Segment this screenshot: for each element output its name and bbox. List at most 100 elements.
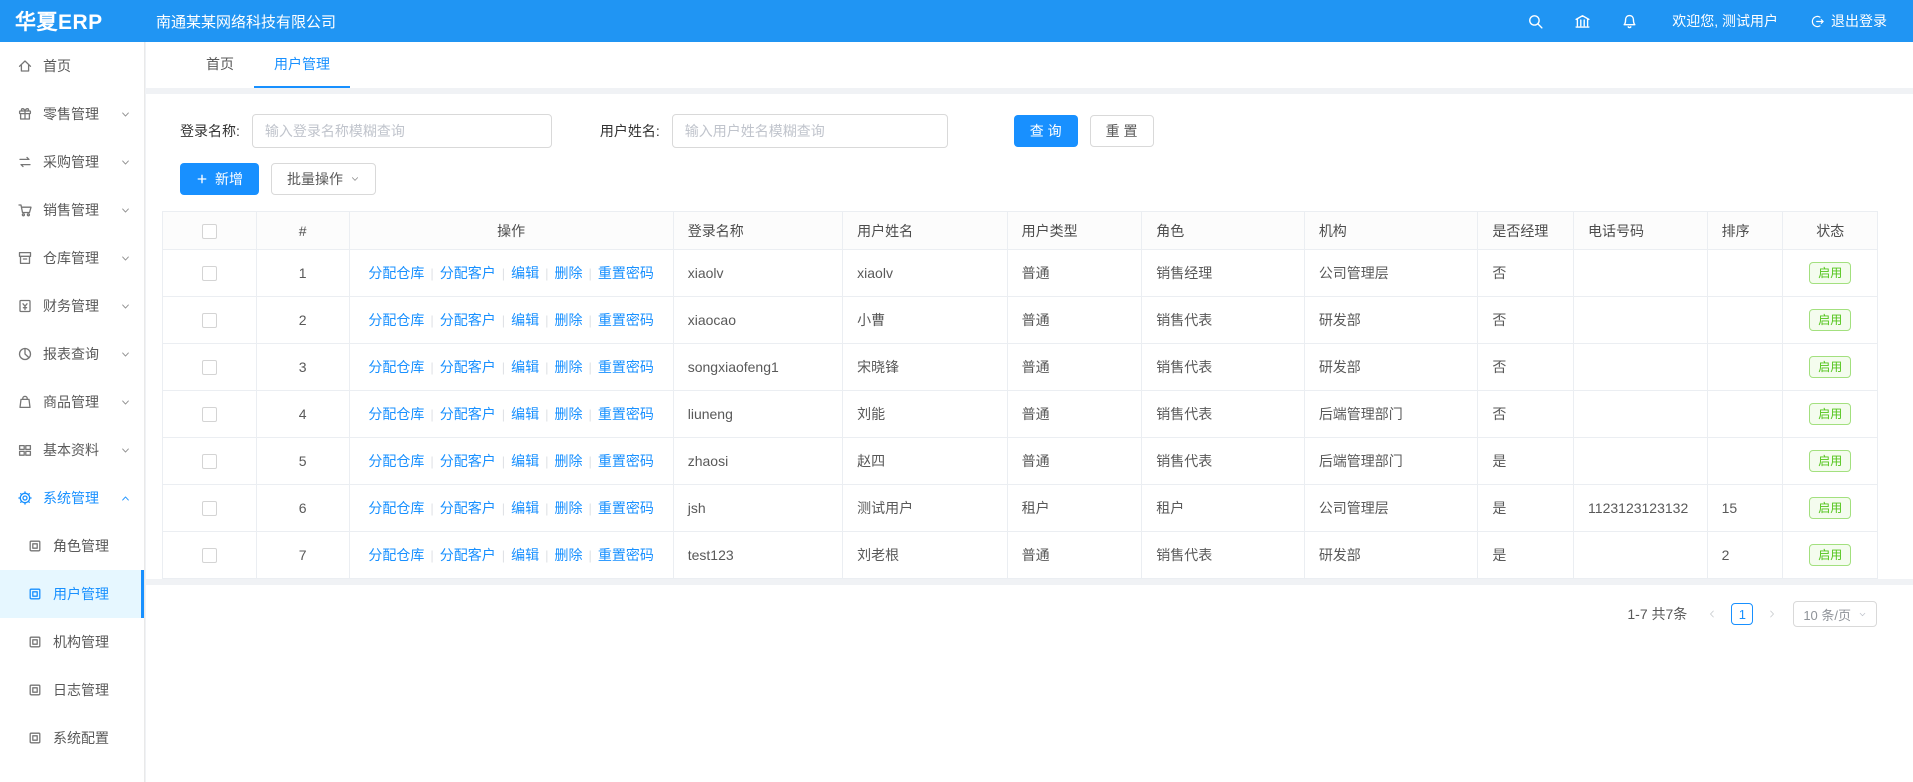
edit-link[interactable]: 编辑	[511, 453, 539, 469]
logout-button[interactable]: 退出登录	[1810, 11, 1887, 31]
query-button[interactable]: 查 询	[1014, 115, 1078, 147]
sidebar-item-system-config[interactable]: 系统配置	[0, 714, 144, 762]
assign-customer-link[interactable]: 分配客户	[440, 265, 496, 281]
tab-user-management[interactable]: 用户管理	[254, 42, 350, 88]
assign-warehouse-link[interactable]: 分配仓库	[368, 265, 424, 281]
search-form: 登录名称: 用户姓名: 查 询 重 置	[146, 107, 1913, 155]
status-badge[interactable]: 启用	[1809, 450, 1851, 472]
sidebar-item-label: 商品管理	[43, 392, 99, 412]
sidebar-item-label: 首页	[43, 56, 71, 76]
user-name-input[interactable]	[672, 114, 948, 148]
login-cell: liuneng	[673, 391, 842, 438]
assign-customer-link[interactable]: 分配客户	[440, 453, 496, 469]
assign-warehouse-link[interactable]: 分配仓库	[368, 406, 424, 422]
reset-password-link[interactable]: 重置密码	[598, 359, 654, 375]
assign-customer-link[interactable]: 分配客户	[440, 359, 496, 375]
sidebar-item-finance[interactable]: 财务管理	[0, 282, 144, 330]
sidebar-item-logs[interactable]: 日志管理	[0, 666, 144, 714]
status-badge[interactable]: 启用	[1809, 403, 1851, 425]
row-checkbox[interactable]	[202, 407, 217, 422]
edit-link[interactable]: 编辑	[511, 547, 539, 563]
sidebar-item-sales[interactable]: 销售管理	[0, 186, 144, 234]
goods-icon	[17, 394, 33, 410]
assign-customer-link[interactable]: 分配客户	[440, 547, 496, 563]
action-separator: |	[545, 454, 548, 469]
sidebar-item-basic-data[interactable]: 基本资料	[0, 426, 144, 474]
reset-password-link[interactable]: 重置密码	[598, 453, 654, 469]
sidebar-item-goods[interactable]: 商品管理	[0, 378, 144, 426]
assign-customer-link[interactable]: 分配客户	[440, 406, 496, 422]
action-separator: |	[502, 548, 505, 563]
chevron-down-icon	[120, 397, 131, 408]
status-badge[interactable]: 启用	[1809, 309, 1851, 331]
page-size-select[interactable]: 10 条/页	[1793, 601, 1877, 627]
delete-link[interactable]: 删除	[555, 265, 583, 281]
page-number-button[interactable]: 1	[1731, 603, 1753, 625]
reset-password-link[interactable]: 重置密码	[598, 406, 654, 422]
reset-password-link[interactable]: 重置密码	[598, 265, 654, 281]
sidebar-item-label: 用户管理	[53, 584, 109, 604]
chevron-down-icon	[120, 301, 131, 312]
purchase-icon	[17, 154, 33, 170]
reset-password-link[interactable]: 重置密码	[598, 312, 654, 328]
edit-link[interactable]: 编辑	[511, 406, 539, 422]
tab-home[interactable]: 首页	[186, 42, 254, 88]
sidebar-item-purchase[interactable]: 采购管理	[0, 138, 144, 186]
assign-warehouse-link[interactable]: 分配仓库	[368, 547, 424, 563]
sidebar-item-roles[interactable]: 角色管理	[0, 522, 144, 570]
assign-warehouse-link[interactable]: 分配仓库	[368, 312, 424, 328]
sidebar-item-orgs[interactable]: 机构管理	[0, 618, 144, 666]
status-badge[interactable]: 启用	[1809, 544, 1851, 566]
select-all-checkbox[interactable]	[202, 224, 217, 239]
sidebar-item-warehouse[interactable]: 仓库管理	[0, 234, 144, 282]
reset-password-link[interactable]: 重置密码	[598, 500, 654, 516]
delete-link[interactable]: 删除	[555, 453, 583, 469]
assign-warehouse-link[interactable]: 分配仓库	[368, 500, 424, 516]
prev-page-button[interactable]	[1701, 603, 1723, 625]
row-checkbox[interactable]	[202, 501, 217, 516]
assign-customer-link[interactable]: 分配客户	[440, 500, 496, 516]
edit-link[interactable]: 编辑	[511, 312, 539, 328]
column-header: 机构	[1304, 212, 1478, 250]
delete-link[interactable]: 删除	[555, 312, 583, 328]
edit-link[interactable]: 编辑	[511, 500, 539, 516]
delete-link[interactable]: 删除	[555, 359, 583, 375]
reset-button[interactable]: 重 置	[1090, 115, 1154, 147]
sidebar-item-retail[interactable]: 零售管理	[0, 90, 144, 138]
row-checkbox[interactable]	[202, 454, 217, 469]
sidebar-item-reports[interactable]: 报表查询	[0, 330, 144, 378]
assign-warehouse-link[interactable]: 分配仓库	[368, 359, 424, 375]
delete-link[interactable]: 删除	[555, 406, 583, 422]
chevron-down-icon	[120, 349, 131, 360]
row-checkbox[interactable]	[202, 360, 217, 375]
bell-icon[interactable]	[1621, 13, 1638, 30]
sidebar-item-home[interactable]: 首页	[0, 42, 144, 90]
add-button[interactable]: 新增	[180, 163, 259, 195]
status-badge[interactable]: 启用	[1809, 262, 1851, 284]
status-badge[interactable]: 启用	[1809, 497, 1851, 519]
row-checkbox[interactable]	[202, 548, 217, 563]
search-icon[interactable]	[1527, 13, 1544, 30]
next-page-button[interactable]	[1761, 603, 1783, 625]
edit-link[interactable]: 编辑	[511, 359, 539, 375]
delete-link[interactable]: 删除	[555, 500, 583, 516]
batch-actions-button[interactable]: 批量操作	[271, 163, 376, 195]
edit-link[interactable]: 编辑	[511, 265, 539, 281]
row-checkbox[interactable]	[202, 266, 217, 281]
assign-warehouse-link[interactable]: 分配仓库	[368, 453, 424, 469]
login-name-input[interactable]	[252, 114, 552, 148]
assign-customer-link[interactable]: 分配客户	[440, 312, 496, 328]
sidebar-item-system[interactable]: 系统管理	[0, 474, 144, 522]
sort-cell: 2	[1707, 532, 1783, 579]
action-separator: |	[430, 454, 433, 469]
name-cell: 刘老根	[843, 532, 1007, 579]
bank-icon[interactable]	[1574, 13, 1591, 30]
status-badge[interactable]: 启用	[1809, 356, 1851, 378]
reset-password-link[interactable]: 重置密码	[598, 547, 654, 563]
row-checkbox[interactable]	[202, 313, 217, 328]
chevron-down-icon	[120, 157, 131, 168]
welcome-user[interactable]: 欢迎您, 测试用户	[1672, 11, 1778, 31]
sidebar-item-users[interactable]: 用户管理	[0, 570, 144, 618]
role-cell: 销售代表	[1142, 344, 1305, 391]
delete-link[interactable]: 删除	[555, 547, 583, 563]
